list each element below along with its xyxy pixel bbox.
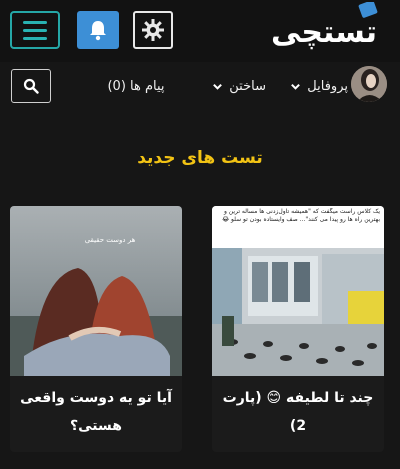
notifications-button[interactable] xyxy=(77,11,119,49)
theme-toggle-button[interactable] xyxy=(133,11,173,49)
test-card[interactable]: یک کلاس راست میگفت که "همیشه تاول‌زدنی ه… xyxy=(212,206,384,452)
nav-build[interactable]: ساختن xyxy=(186,76,266,96)
section-title: تست های جدید xyxy=(137,148,263,168)
menu-button[interactable] xyxy=(10,11,60,49)
search-icon xyxy=(23,78,39,94)
nav-bar: پیام ها (0) ساختن پروفایل xyxy=(0,64,400,110)
menu-icon xyxy=(23,20,47,24)
card-image-text: ﻫﺮ ﺩﻭﺳﺖ ﺣﻘﯿﻘﯽ xyxy=(85,236,136,244)
avatar[interactable] xyxy=(351,66,387,102)
card-image[interactable]: ﻫﺮ ﺩﻭﺳﺖ ﺣﻘﯿﻘﯽ xyxy=(10,206,182,376)
nav-messages-label: پیام ها (0) xyxy=(107,78,165,94)
chevron-down-icon xyxy=(291,83,301,90)
card-title[interactable]: چند تا لطیفه 😊 (پارت 2) xyxy=(218,384,378,440)
top-header: تستچی xyxy=(0,0,400,62)
test-card[interactable]: ﻫﺮ ﺩﻭﺳﺖ ﺣﻘﯿﻘﯽ آیا تو یه دوست واقعی هستی؟ xyxy=(10,206,182,452)
card-title[interactable]: آیا تو یه دوست واقعی هستی؟ xyxy=(16,384,176,440)
nav-profile[interactable]: پروفایل xyxy=(278,76,348,96)
card-image[interactable]: یک کلاس راست میگفت که "همیشه تاول‌زدنی ه… xyxy=(212,206,384,376)
logo-text: تستچی xyxy=(271,15,377,50)
card-image-text: یک کلاس راست میگفت که "همیشه تاول‌زدنی ه… xyxy=(222,208,380,223)
site-logo[interactable]: تستچی xyxy=(262,0,387,58)
gear-icon xyxy=(142,19,164,41)
nav-build-label: ساختن xyxy=(229,78,266,94)
app-page: تستچی پیام ها (0) ساختن پروفایل تست های … xyxy=(0,0,400,469)
bell-icon xyxy=(90,21,106,41)
search-button[interactable] xyxy=(11,69,51,103)
nav-messages[interactable]: پیام ها (0) xyxy=(104,76,168,96)
nav-profile-label: پروفایل xyxy=(307,78,348,94)
chevron-down-icon xyxy=(213,83,223,90)
